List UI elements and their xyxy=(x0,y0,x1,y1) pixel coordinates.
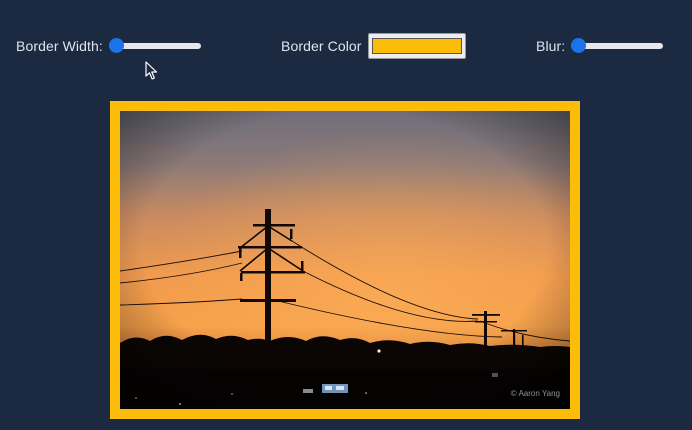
blur-control: Blur: xyxy=(536,38,664,54)
mouse-pointer-icon xyxy=(145,61,158,80)
border-color-label: Border Color xyxy=(281,38,362,54)
border-width-control: Border Width: xyxy=(16,38,201,54)
blur-label: Blur: xyxy=(536,38,566,54)
border-width-label: Border Width: xyxy=(16,38,103,54)
controls-bar: Border Width: Border Color Blur: xyxy=(0,0,692,92)
slider-thumb[interactable] xyxy=(571,38,587,53)
color-swatch[interactable] xyxy=(371,38,462,54)
bordered-photo: © Aaron Yang xyxy=(110,101,580,419)
blur-slider[interactable] xyxy=(571,38,664,54)
sunset-power-lines-photo xyxy=(120,111,570,409)
border-width-slider[interactable] xyxy=(108,38,201,54)
border-color-control: Border Color xyxy=(281,33,466,59)
slider-thumb[interactable] xyxy=(108,38,124,53)
photo-watermark: © Aaron Yang xyxy=(510,389,560,398)
border-color-picker[interactable] xyxy=(367,33,466,59)
